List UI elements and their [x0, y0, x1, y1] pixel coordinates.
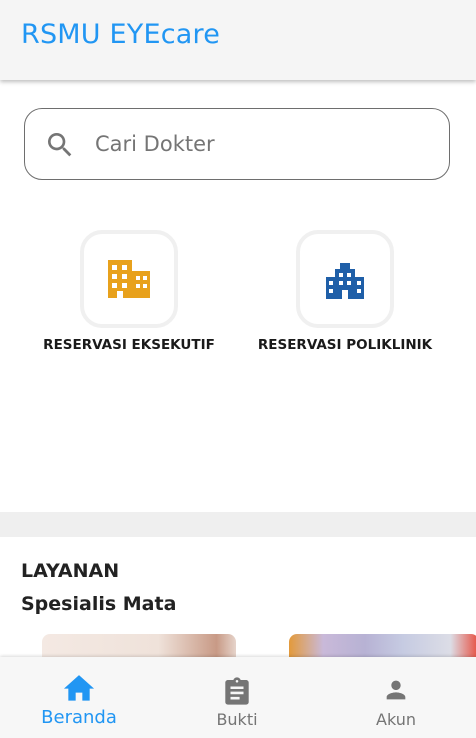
app-title: RSMU EYEcare	[21, 19, 221, 50]
search-input[interactable]	[95, 109, 435, 178]
bottom-navigation: Beranda Bukti Akun	[0, 657, 476, 738]
search-icon	[48, 133, 72, 157]
office-building-icon	[108, 260, 150, 298]
reservasi-eksekutif-tile[interactable]	[80, 230, 178, 328]
reservasi-poliklinik-button[interactable]: RESERVASI POLIKLINIK	[245, 230, 445, 353]
nav-label-bukti: Bukti	[216, 710, 258, 729]
nav-label-beranda: Beranda	[41, 707, 117, 728]
reservasi-poliklinik-label: RESERVASI POLIKLINIK	[257, 337, 433, 353]
reservasi-eksekutif-button[interactable]: RESERVASI EKSEKUTIF	[29, 230, 229, 353]
nav-label-akun: Akun	[376, 710, 416, 729]
person-icon	[386, 680, 406, 700]
app-bar: RSMU EYEcare	[0, 0, 476, 80]
nav-item-bukti[interactable]: Bukti	[158, 657, 316, 738]
home-icon	[63, 675, 95, 701]
section-divider	[0, 512, 476, 537]
search-box[interactable]	[24, 108, 450, 180]
services-title: LAYANAN	[21, 560, 120, 582]
nav-item-beranda[interactable]: Beranda	[0, 657, 158, 738]
reservasi-poliklinik-tile[interactable]	[296, 230, 394, 328]
nav-item-akun[interactable]: Akun	[317, 657, 475, 738]
city-building-icon	[326, 263, 364, 299]
clipboard-icon	[225, 677, 249, 705]
reservasi-eksekutif-label: RESERVASI EKSEKUTIF	[43, 337, 215, 353]
services-subtitle: Spesialis Mata	[21, 593, 177, 615]
